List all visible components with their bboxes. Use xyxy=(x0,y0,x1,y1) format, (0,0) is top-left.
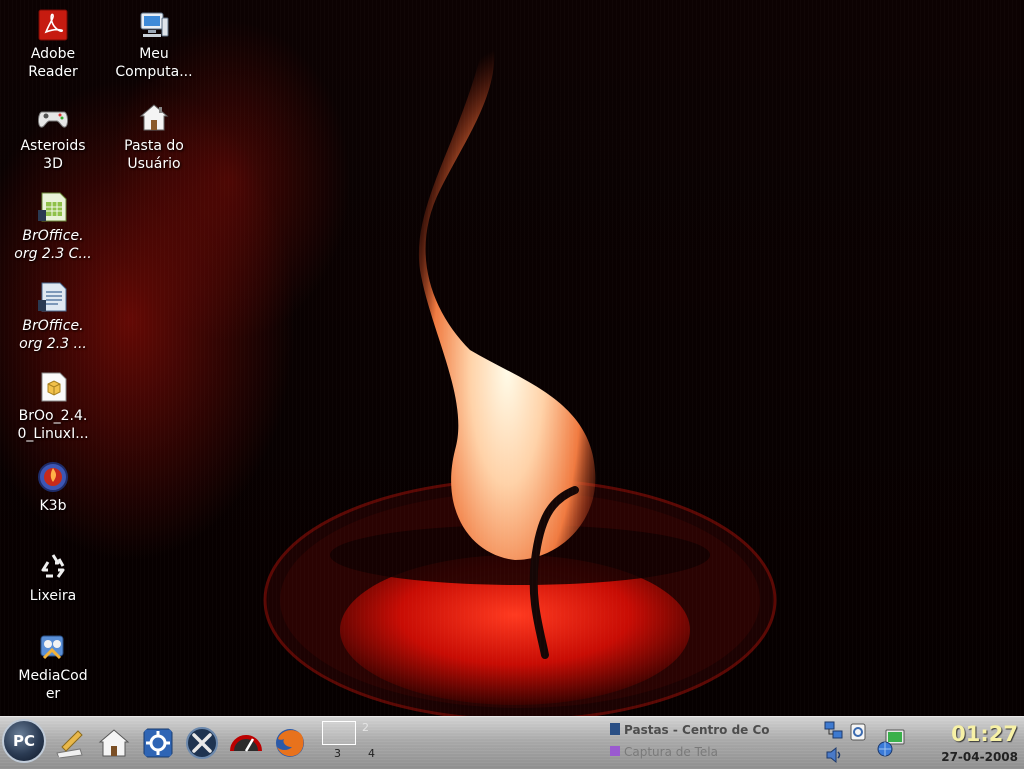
task-label: Captura de Tela xyxy=(624,745,718,759)
desktop-icon-pasta-do-usuario[interactable]: Pasta do Usuário xyxy=(104,100,204,173)
tools-icon[interactable] xyxy=(184,725,220,761)
desktop-pager: 2 3 4 xyxy=(322,719,392,767)
desktop-icon-adobe-reader[interactable]: Adobe Reader xyxy=(3,8,103,81)
pager-desktop-4[interactable]: 4 xyxy=(368,747,400,769)
desktop-icon-label: BrOffice. org 2.3 ... xyxy=(19,318,87,352)
folder-window-icon xyxy=(610,723,620,735)
writer-doc-icon xyxy=(38,282,67,312)
trash-recycle-icon xyxy=(41,554,65,578)
k3b-icon xyxy=(38,462,68,492)
pager-desktop-3[interactable]: 3 xyxy=(334,747,366,769)
taskbar: PC 2 3 4 Pastas - Centro de Co Captura d… xyxy=(0,716,1024,769)
firefox-icon[interactable] xyxy=(272,725,308,761)
spreadsheet-icon xyxy=(38,192,67,222)
desktop-icon-label: BrOffice. org 2.3 C... xyxy=(14,228,92,262)
desktop-icon-label: Pasta do Usuário xyxy=(124,138,184,172)
home-folder-icon xyxy=(139,104,169,131)
adobe-reader-icon xyxy=(38,9,68,41)
clock[interactable]: 01:27 27-04-2008 xyxy=(918,719,1018,765)
gamepad-icon xyxy=(38,111,68,128)
desktop-icon-broo-package[interactable]: BrOo_2.4. 0_LinuxI... xyxy=(3,370,103,443)
task-item[interactable]: Pastas - Centro de Co xyxy=(610,719,810,741)
task-item[interactable]: Captura de Tela xyxy=(610,741,810,763)
desktop-icon-asteroids-3d[interactable]: Asteroids 3D xyxy=(3,100,103,173)
home-icon[interactable] xyxy=(96,725,132,761)
start-menu-button[interactable]: PC xyxy=(2,719,46,763)
clipboard-icon[interactable] xyxy=(848,721,868,741)
desktop-icon-label: Adobe Reader xyxy=(28,46,78,80)
computer-icon xyxy=(140,12,169,37)
volume-icon[interactable] xyxy=(824,745,844,765)
desktop-icon-mediacoder[interactable]: MediaCod er xyxy=(3,630,103,703)
network-icon[interactable] xyxy=(824,721,844,741)
clock-date: 27-04-2008 xyxy=(941,750,1018,764)
desktop-icon-label: Asteroids 3D xyxy=(20,138,86,172)
text-editor-icon[interactable] xyxy=(52,725,88,761)
pager-desktop-1[interactable] xyxy=(322,721,356,745)
task-list: Pastas - Centro de Co Captura de Tela xyxy=(610,719,810,767)
desktop-icon-label: Lixeira xyxy=(29,588,77,604)
desktop-icon-label: BrOo_2.4. 0_LinuxI... xyxy=(17,408,89,442)
desktop-icon-label: Meu Computa... xyxy=(115,46,193,80)
network-manager-icon[interactable] xyxy=(876,727,908,759)
desktop-icon-meu-computador[interactable]: Meu Computa... xyxy=(104,8,204,81)
desktop-icon-broffice-writer[interactable]: BrOffice. org 2.3 ... xyxy=(3,280,103,353)
control-center-icon[interactable] xyxy=(140,725,176,761)
desktop-icon-broffice-calc[interactable]: BrOffice. org 2.3 C... xyxy=(3,190,103,263)
desktop-icon-label: K3b xyxy=(39,498,67,514)
task-label: Pastas - Centro de Co xyxy=(624,723,770,737)
desktop-icon-lixeira[interactable]: Lixeira xyxy=(3,550,103,605)
pager-desktop-2[interactable]: 2 xyxy=(358,721,398,743)
desktop-icon-k3b[interactable]: K3b xyxy=(3,460,103,515)
clock-time: 01:27 xyxy=(951,722,1018,746)
media-coder-icon xyxy=(40,635,64,660)
desktop-icon-label: MediaCod er xyxy=(18,668,88,702)
package-file-icon xyxy=(41,372,67,402)
screenshot-window-icon xyxy=(610,746,620,756)
speedometer-icon[interactable] xyxy=(228,725,264,761)
